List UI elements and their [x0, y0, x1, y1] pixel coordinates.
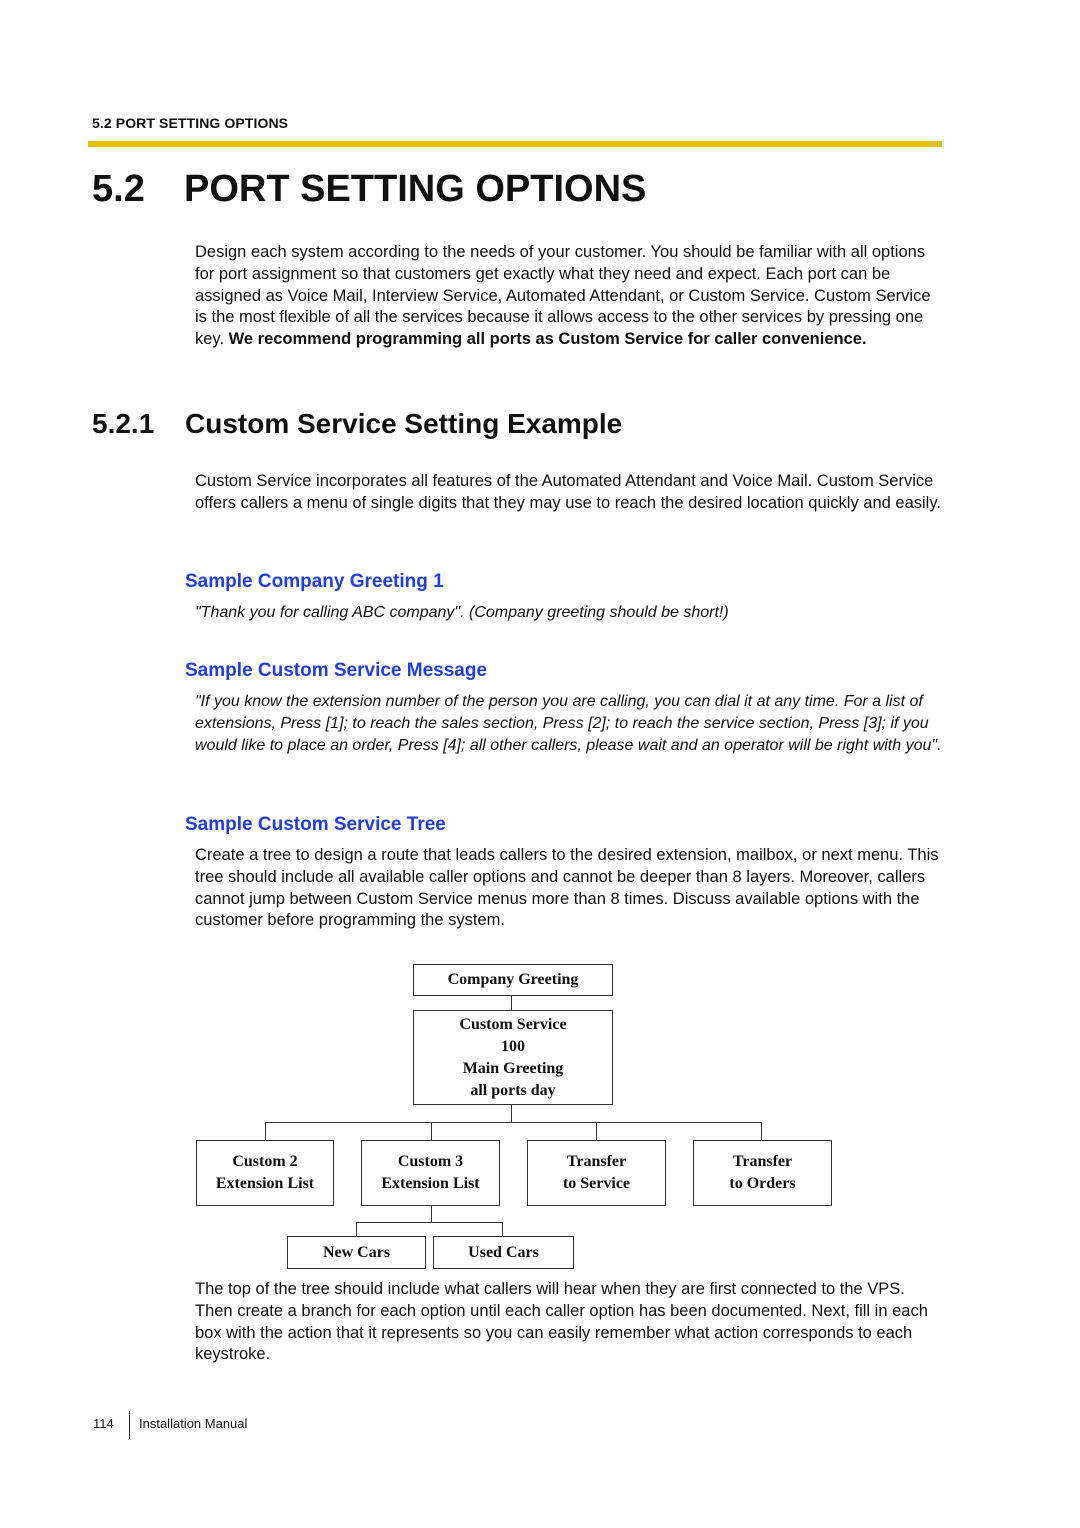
tree-node-label: Custom Service [459, 1015, 567, 1033]
connector-child-4 [761, 1122, 762, 1141]
message-heading: Sample Custom Service Message [185, 660, 488, 681]
tree-node-label: New Cars [322, 1243, 391, 1261]
connector-grandchild-1 [356, 1222, 357, 1237]
tree-node-used-cars: Used Cars [433, 1236, 574, 1269]
connector-root-main [511, 995, 512, 1010]
footer-divider [129, 1411, 130, 1439]
greeting-quote: "Thank you for calling ABC company". (Co… [195, 604, 729, 621]
tree-heading: Sample Custom Service Tree [185, 814, 446, 835]
connector-main-down [511, 1104, 512, 1122]
tree-node-label: 100 [501, 1037, 525, 1055]
tree-node-new-cars: New Cars [287, 1236, 426, 1269]
connector-grandchildren-bar [356, 1222, 503, 1223]
tree-node-root: Company Greeting [413, 964, 613, 996]
tree-node-transfer-service: Transfer to Service [527, 1140, 666, 1206]
tree-node-transfer-orders: Transfer to Orders [693, 1140, 832, 1206]
subsection-paragraph: Custom Service incorporates all features… [195, 472, 941, 512]
tree-node-label: Extension List [215, 1175, 315, 1192]
section-title: 5.2 PORT SETTING OPTIONS [92, 168, 646, 211]
connector-custom3-down [431, 1205, 432, 1222]
tree-node-label: Transfer [732, 1153, 793, 1170]
connector-child-3 [596, 1122, 597, 1141]
tree-node-label: to Service [562, 1175, 631, 1192]
tree-node-custom3: Custom 3 Extension List [361, 1140, 500, 1206]
tree-node-label: to Orders [729, 1175, 796, 1192]
intro-recommendation: We recommend programming all ports as Cu… [228, 330, 867, 349]
connector-children-bar [265, 1122, 762, 1123]
section-number: 5.2 [92, 168, 145, 210]
footer-title: Installation Manual [139, 1416, 248, 1431]
closing-paragraph: The top of the tree should include what … [195, 1280, 928, 1364]
tree-node-label: Custom 3 [397, 1153, 464, 1170]
tree-node-label: Used Cars [468, 1243, 539, 1261]
tree-node-label: Custom 2 [232, 1153, 298, 1170]
message-quote: "If you know the extension number of the… [195, 693, 942, 754]
section-title-text: PORT SETTING OPTIONS [184, 168, 647, 210]
tree-node-label: Main Greeting [462, 1059, 564, 1077]
subsection-title-text: Custom Service Setting Example [185, 408, 623, 439]
tree-paragraph: Create a tree to design a route that lea… [195, 846, 939, 930]
tree-node-label: Transfer [566, 1153, 627, 1170]
greeting-heading: Sample Company Greeting 1 [185, 571, 444, 592]
connector-grandchild-2 [502, 1222, 503, 1237]
connector-child-1 [265, 1122, 266, 1141]
running-head: 5.2 PORT SETTING OPTIONS [92, 115, 289, 131]
connector-child-2 [431, 1122, 432, 1141]
header-rule [88, 141, 942, 147]
intro-paragraph: Design each system according to the need… [195, 242, 945, 351]
tree-node-custom2: Custom 2 Extension List [196, 1140, 334, 1206]
tree-node-label: Company Greeting [447, 971, 579, 988]
tree-node-main: Custom Service 100 Main Greeting all por… [413, 1010, 613, 1105]
subsection-title: 5.2.1 Custom Service Setting Example [92, 408, 622, 440]
tree-node-label: all ports day [470, 1081, 556, 1099]
tree-node-label: Extension List [381, 1175, 480, 1192]
page-number: 114 [93, 1416, 114, 1431]
subsection-number: 5.2.1 [92, 408, 155, 439]
